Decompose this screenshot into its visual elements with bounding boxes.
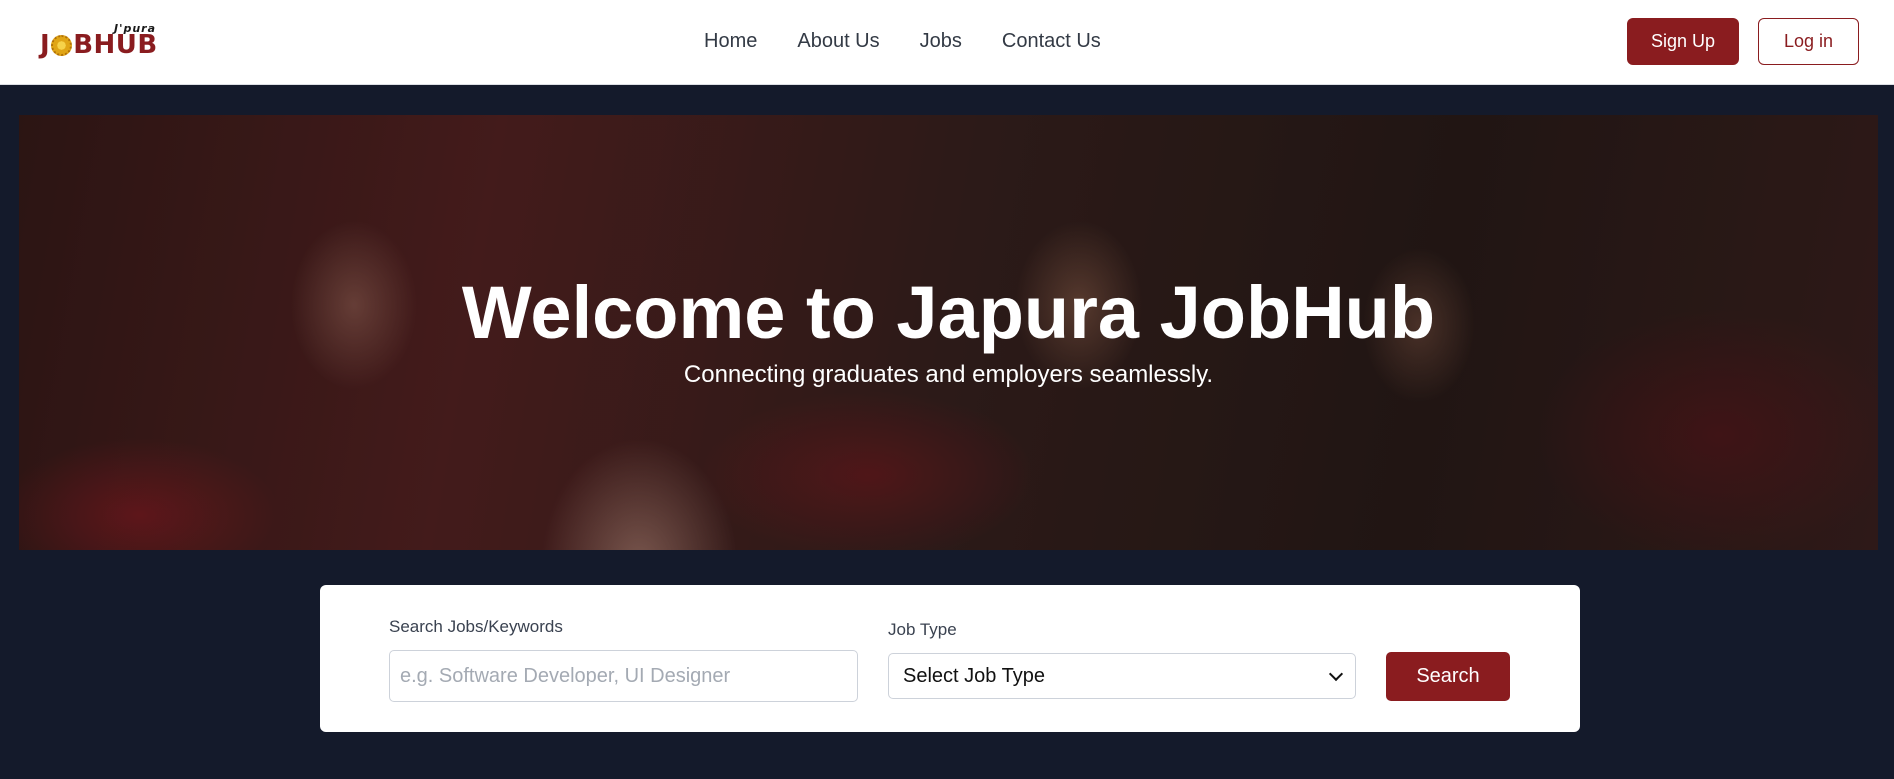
main-nav: Home About Us Jobs Contact Us: [704, 30, 1141, 53]
logo-wordmark: J BHUB: [40, 32, 158, 58]
sign-up-button[interactable]: Sign Up: [1627, 18, 1739, 65]
search-button[interactable]: Search: [1386, 652, 1510, 701]
job-type-select[interactable]: Select Job Type: [888, 653, 1356, 699]
navbar: J'pura J BHUB Home About Us Jobs Contact…: [0, 0, 1894, 85]
nav-contact-us[interactable]: Contact Us: [1002, 30, 1101, 53]
job-type-label: Job Type: [888, 620, 957, 639]
job-search-panel: Search Jobs/Keywords Job Type Select Job…: [320, 585, 1580, 732]
nav-home[interactable]: Home: [704, 30, 757, 53]
logo-letters: BHUB: [73, 30, 158, 60]
log-in-button[interactable]: Log in: [1758, 18, 1859, 65]
nav-about-us[interactable]: About Us: [797, 30, 879, 53]
keyword-label: Search Jobs/Keywords: [389, 617, 563, 636]
job-type-selected-value: Select Job Type: [903, 664, 1045, 687]
hero-title: Welcome to Japura JobHub: [461, 271, 1436, 354]
logo-emblem-icon: [51, 34, 73, 56]
chevron-down-icon: [1328, 666, 1344, 681]
site-logo[interactable]: J'pura J BHUB: [40, 22, 158, 62]
hero-subtitle: Connecting graduates and employers seaml…: [683, 361, 1214, 388]
logo-letter-j: J: [40, 30, 51, 60]
hero-banner: Welcome to Japura JobHub Connecting grad…: [19, 115, 1878, 550]
nav-jobs[interactable]: Jobs: [920, 30, 962, 53]
keyword-search-input[interactable]: [389, 650, 858, 702]
